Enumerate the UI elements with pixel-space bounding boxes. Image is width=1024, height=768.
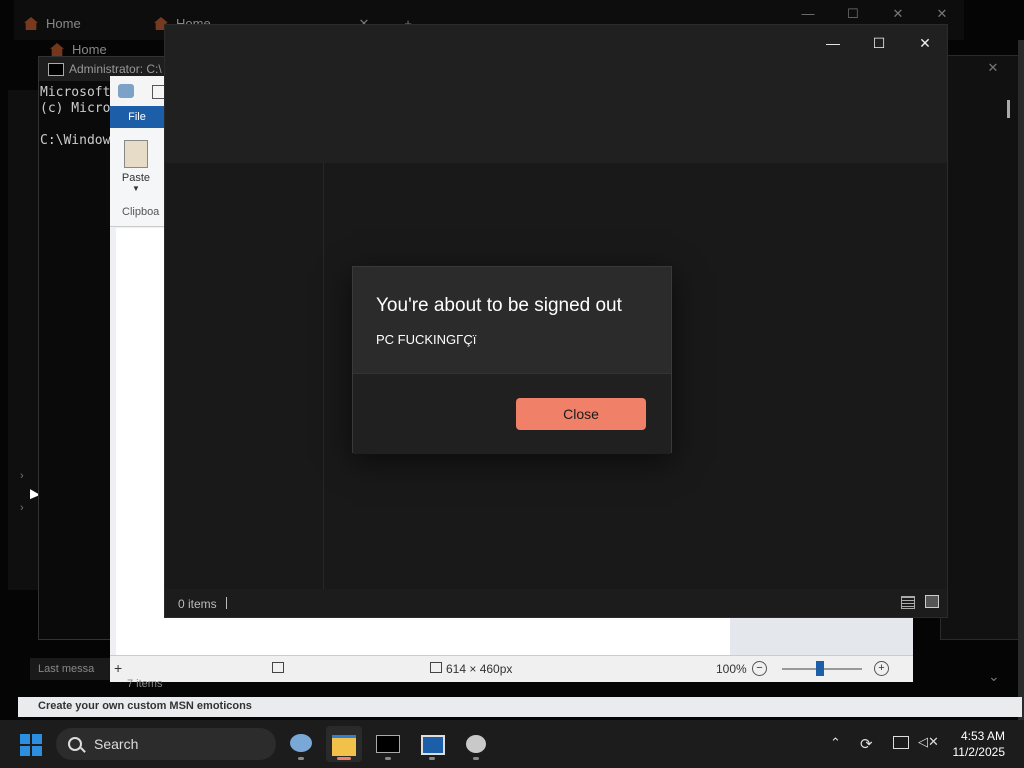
taskbar-app-paint[interactable] xyxy=(458,726,494,762)
cmd-output: Microsoft (c) Micro C:\Window xyxy=(40,85,111,148)
background-window: ✕ xyxy=(940,55,1020,640)
canvas-size: 614 × 460px xyxy=(446,662,513,676)
chevron-down-icon: ▼ xyxy=(132,184,140,193)
explorer-header: — ☐ ✕ xyxy=(165,25,947,164)
status-divider xyxy=(226,597,227,609)
taskbar-app-widgets[interactable] xyxy=(283,726,319,762)
dialog-message: PC FUCKINGΓÇï xyxy=(376,332,477,347)
canvas-area xyxy=(730,616,913,656)
home-icon xyxy=(50,43,64,56)
home-icon xyxy=(24,17,38,30)
signout-dialog: You're about to be signed out PC FUCKING… xyxy=(352,266,672,454)
tiles-view-icon[interactable] xyxy=(925,595,939,608)
navigation-pane[interactable] xyxy=(165,163,324,591)
chevron-right-icon[interactable]: › xyxy=(20,502,24,514)
close-icon[interactable]: ✕ xyxy=(890,6,906,22)
background-item-count: 7 items xyxy=(127,678,163,690)
close-icon[interactable]: ✕ xyxy=(915,33,935,53)
taskbar-app-file-explorer[interactable] xyxy=(326,726,362,762)
cmd-icon xyxy=(48,63,64,76)
volume-muted-icon[interactable]: ◁✕ xyxy=(918,734,939,750)
taskbar: Search ⌃ ⟳ ◁✕ 4:53 AM 11/2/2025 xyxy=(0,720,1024,768)
sync-icon[interactable]: ⟳ xyxy=(860,735,873,753)
ribbon-group-label: Clipboa xyxy=(122,206,160,218)
paint-statusbar: + 614 × 460px 100% − + xyxy=(110,655,913,682)
clock[interactable]: 4:53 AM 11/2/2025 xyxy=(953,728,1006,760)
dialog-footer: Close xyxy=(353,373,671,454)
zoom-slider-thumb[interactable] xyxy=(816,661,824,676)
search-box[interactable]: Search xyxy=(56,728,276,760)
folder-icon xyxy=(332,735,356,756)
background-footer: Last messa xyxy=(30,658,110,680)
chevron-right-icon[interactable]: › xyxy=(20,470,24,482)
minimize-icon[interactable]: — xyxy=(823,33,843,53)
close-icon[interactable]: ✕ xyxy=(985,60,1001,76)
show-hidden-icons-icon[interactable]: ⌃ xyxy=(830,735,841,751)
zoom-in-button[interactable]: + xyxy=(874,661,889,676)
canvas-size-icon xyxy=(430,662,442,673)
details-view-icon[interactable] xyxy=(901,596,915,609)
item-count: 0 items xyxy=(178,597,217,611)
background-tab[interactable]: Home xyxy=(24,16,81,31)
zoom-level: 100% xyxy=(716,662,747,676)
selection-icon xyxy=(272,662,284,673)
dialog-title: You're about to be signed out xyxy=(376,295,622,316)
paint-app-icon xyxy=(118,84,134,98)
windows-logo-icon xyxy=(20,734,30,744)
maximize-icon[interactable]: ☐ xyxy=(869,33,889,53)
file-tab[interactable]: File xyxy=(110,106,164,128)
paste-button[interactable]: Paste ▼ xyxy=(120,138,152,200)
close-button[interactable]: Close xyxy=(516,398,646,430)
paint-palette-icon xyxy=(466,735,486,753)
background-status-strip: Create your own custom MSN emoticons xyxy=(18,697,1022,717)
scrollbar[interactable] xyxy=(1007,100,1010,118)
search-icon xyxy=(68,737,82,751)
terminal-icon xyxy=(376,735,400,753)
clipboard-icon xyxy=(124,140,148,168)
network-icon[interactable] xyxy=(893,736,909,749)
taskbar-app-window[interactable] xyxy=(414,726,450,762)
explorer-statusbar: 0 items xyxy=(165,589,947,617)
dialog-body: You're about to be signed out PC FUCKING… xyxy=(353,267,671,373)
taskbar-app-terminal[interactable] xyxy=(370,726,406,762)
minimize-icon[interactable]: — xyxy=(800,6,816,22)
paint-palette-icon xyxy=(290,734,312,752)
close-icon[interactable]: ✕ xyxy=(934,6,950,22)
background-panel xyxy=(8,90,38,590)
background-tab[interactable]: Home xyxy=(50,42,107,57)
start-button[interactable] xyxy=(20,734,42,756)
maximize-icon[interactable]: ☐ xyxy=(845,6,861,22)
zoom-out-button[interactable]: − xyxy=(752,661,767,676)
background-window-strip xyxy=(1018,40,1024,720)
crosshair-icon: + xyxy=(114,660,123,676)
window-icon xyxy=(421,735,445,755)
chevron-down-icon[interactable]: ⌄ xyxy=(988,668,1000,685)
